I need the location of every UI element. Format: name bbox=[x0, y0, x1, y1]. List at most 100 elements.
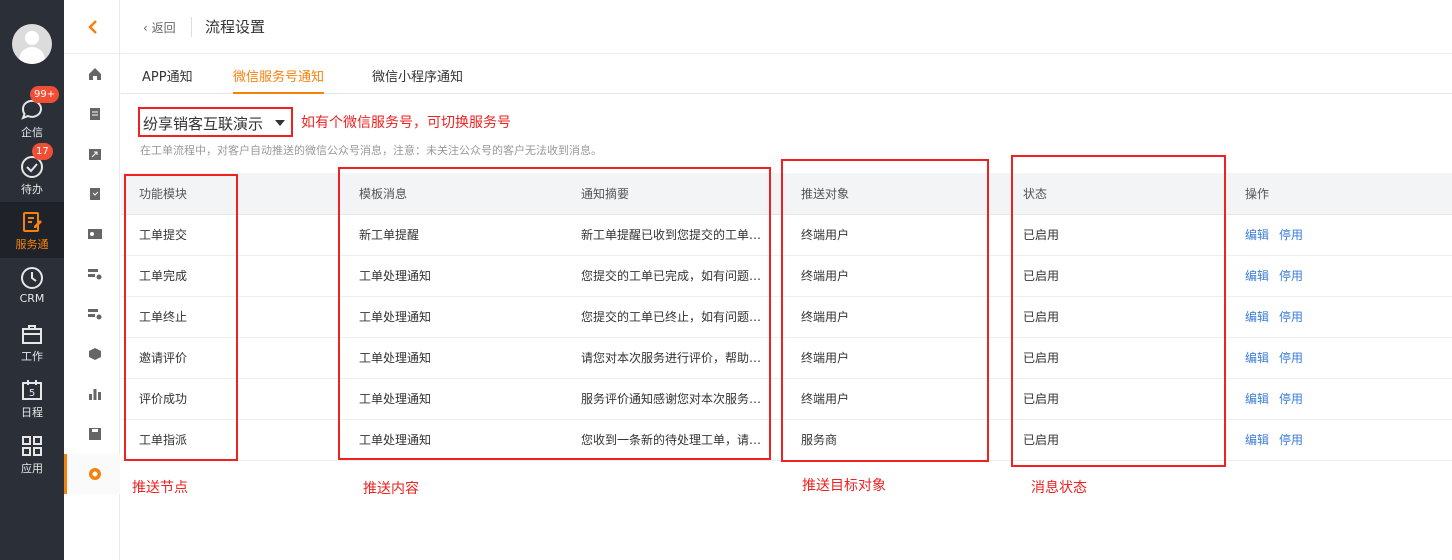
rail-item-service[interactable]: 服务通 bbox=[0, 202, 64, 258]
back-label: 返回 bbox=[151, 21, 176, 35]
tab-wechat-miniprogram-notify[interactable]: 微信小程序通知 bbox=[372, 66, 463, 94]
user-avatar[interactable] bbox=[12, 24, 52, 64]
side-item-tasks[interactable] bbox=[64, 174, 120, 214]
rail-item-todo[interactable]: 17 待办 bbox=[0, 143, 64, 203]
table-row: 工单提交 新工单提醒 新工单提醒已收到您提交的工单… 终端用户 已启用 编辑 停用 bbox=[121, 214, 1452, 256]
rail-label: 应用 bbox=[21, 462, 43, 475]
home-icon bbox=[89, 68, 101, 80]
cell-actions: 编辑 停用 bbox=[1227, 378, 1452, 420]
clipboard-icon bbox=[90, 108, 100, 120]
collapse-sidebar-button[interactable] bbox=[64, 0, 120, 54]
rail-item-apps[interactable]: 应用 bbox=[0, 426, 64, 482]
rail-item-crm[interactable]: CRM bbox=[0, 258, 64, 314]
side-item-card[interactable] bbox=[64, 214, 120, 254]
side-item-reports[interactable] bbox=[64, 374, 120, 414]
box-icon bbox=[89, 348, 101, 360]
edit-button[interactable]: 编辑 bbox=[1245, 433, 1269, 447]
side-item-settings-b[interactable] bbox=[64, 294, 120, 334]
annotation-content: 推送内容 bbox=[363, 481, 419, 497]
disable-button[interactable]: 停用 bbox=[1279, 392, 1303, 406]
edit-button[interactable]: 编辑 bbox=[1245, 269, 1269, 283]
service-account-select[interactable]: 纷享销客互联演示 bbox=[138, 107, 293, 137]
side-item-home[interactable] bbox=[64, 54, 120, 94]
top-bar: ‹ 返回 流程设置 bbox=[121, 0, 1452, 54]
task-icon bbox=[90, 188, 100, 200]
cell-status: 已启用 bbox=[1005, 378, 1227, 420]
disable-button[interactable]: 停用 bbox=[1279, 351, 1303, 365]
service-account-value: 纷享销客互联演示 bbox=[143, 115, 264, 133]
edit-button[interactable]: 编辑 bbox=[1245, 310, 1269, 324]
cell-status: 已启用 bbox=[1005, 296, 1227, 338]
main-content: ‹ 返回 流程设置 APP通知 微信服务号通知 微信小程序通知 纷享销客互联演示… bbox=[121, 0, 1452, 560]
cell-module: 邀请评价 bbox=[121, 337, 341, 379]
cell-target: 终端用户 bbox=[783, 337, 1005, 379]
disable-button[interactable]: 停用 bbox=[1279, 310, 1303, 324]
todo-badge: 17 bbox=[32, 143, 53, 160]
rail-item-messages[interactable]: 99+ 企信 bbox=[0, 86, 64, 146]
edit-button[interactable]: 编辑 bbox=[1245, 392, 1269, 406]
rail-item-work[interactable]: 工作 bbox=[0, 314, 64, 370]
edit-button[interactable]: 编辑 bbox=[1245, 351, 1269, 365]
side-item-parts[interactable] bbox=[64, 334, 120, 374]
cell-target: 服务商 bbox=[783, 419, 1005, 461]
annotation-status: 消息状态 bbox=[1031, 480, 1087, 496]
divider bbox=[191, 17, 192, 37]
side-item-process-settings[interactable] bbox=[64, 454, 120, 494]
table-row: 工单终止 工单处理通知 您提交的工单已终止，如有问题… 终端用户 已启用 编辑停… bbox=[121, 296, 1452, 338]
cell-module: 评价成功 bbox=[121, 378, 341, 420]
cell-module: 工单终止 bbox=[121, 296, 341, 338]
id-card-icon bbox=[88, 229, 102, 239]
tab-app-notify[interactable]: APP通知 bbox=[142, 66, 193, 94]
table-header-row: 功能模块 模板消息 通知摘要 推送对象 状态 操作 bbox=[121, 173, 1452, 215]
side-item-storage[interactable] bbox=[64, 414, 120, 454]
side-item-dispatch[interactable] bbox=[64, 134, 120, 174]
list-settings-icon bbox=[88, 309, 102, 320]
disable-button[interactable]: 停用 bbox=[1279, 269, 1303, 283]
bar-chart-icon bbox=[89, 389, 101, 400]
rail-item-schedule[interactable]: 5 日程 bbox=[0, 370, 64, 426]
column-header: 通知摘要 bbox=[563, 173, 783, 215]
cell-actions: 编辑 停用 bbox=[1227, 337, 1452, 379]
notification-table: 功能模块 模板消息 通知摘要 推送对象 状态 操作 工单提交 新工单提醒 新工单… bbox=[121, 173, 1452, 461]
description-text: 在工单流程中，对客户自动推送的微信公众号消息，注意：未关注公众号的客户无法收到消… bbox=[140, 144, 602, 157]
share-icon bbox=[89, 149, 101, 160]
cell-target: 终端用户 bbox=[783, 296, 1005, 338]
cell-module: 工单提交 bbox=[121, 214, 341, 256]
table-row: 评价成功 工单处理通知 服务评价通知感谢您对本次服务… 终端用户 已启用 编辑停… bbox=[121, 378, 1452, 420]
annotation-target: 推送目标对象 bbox=[802, 478, 886, 494]
cell-template: 工单处理通知 bbox=[341, 419, 563, 461]
disable-button[interactable]: 停用 bbox=[1279, 433, 1303, 447]
cell-actions: 编辑 停用 bbox=[1227, 296, 1452, 338]
table-row: 工单指派 工单处理通知 您收到一条新的待处理工单，请… 服务商 已启用 编辑 停用 bbox=[121, 419, 1452, 461]
edit-button[interactable]: 编辑 bbox=[1245, 228, 1269, 242]
cell-template: 工单处理通知 bbox=[341, 378, 563, 420]
cell-summary: 请您对本次服务进行评价，帮助… bbox=[563, 337, 783, 379]
main-nav-rail: 99+ 企信 17 待办 服务通 CRM 工作 5 日程 应用 bbox=[0, 0, 64, 560]
rail-label: 工作 bbox=[21, 350, 43, 363]
back-button[interactable]: ‹ 返回 bbox=[143, 19, 176, 36]
rail-label: CRM bbox=[19, 292, 45, 305]
cell-status: 已启用 bbox=[1005, 214, 1227, 256]
cell-target: 终端用户 bbox=[783, 255, 1005, 297]
page-title: 流程设置 bbox=[205, 18, 266, 36]
clock-icon bbox=[21, 267, 43, 289]
side-item-tickets[interactable] bbox=[64, 94, 120, 134]
side-item-settings-a[interactable] bbox=[64, 254, 120, 294]
column-header: 模板消息 bbox=[341, 173, 563, 215]
disable-button[interactable]: 停用 bbox=[1279, 228, 1303, 242]
rail-label: 服务通 bbox=[15, 238, 49, 251]
tab-wechat-service-notify[interactable]: 微信服务号通知 bbox=[233, 66, 325, 94]
annotation-account: 如有个微信服务号，可切换服务号 bbox=[301, 115, 511, 131]
cell-status: 已启用 bbox=[1005, 255, 1227, 297]
messages-badge: 99+ bbox=[30, 86, 60, 103]
cell-target: 终端用户 bbox=[783, 214, 1005, 256]
gear-icon bbox=[89, 468, 101, 480]
annotation-node: 推送节点 bbox=[132, 480, 188, 496]
list-settings-icon bbox=[88, 269, 102, 280]
cell-summary: 新工单提醒已收到您提交的工单… bbox=[563, 214, 783, 256]
column-header: 推送对象 bbox=[783, 173, 1005, 215]
column-header: 操作 bbox=[1227, 173, 1452, 215]
cell-module: 工单指派 bbox=[121, 419, 341, 461]
cell-summary: 您收到一条新的待处理工单，请… bbox=[563, 419, 783, 461]
chevron-left-icon bbox=[88, 20, 97, 34]
